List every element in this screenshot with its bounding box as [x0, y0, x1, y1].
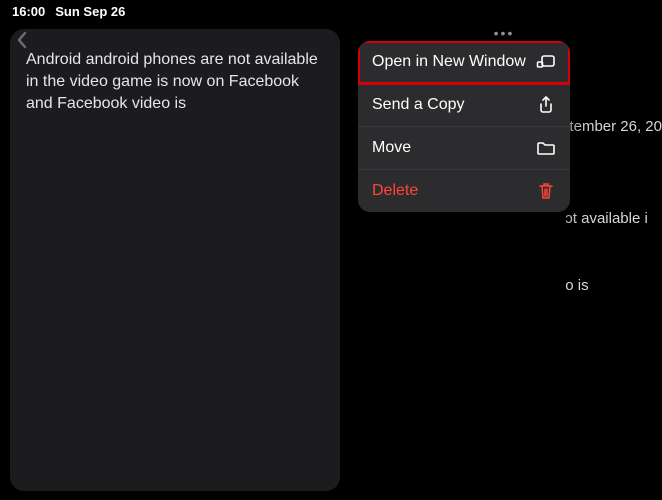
menu-open-new-window-label: Open in New Window [372, 53, 526, 71]
menu-send-copy-label: Send a Copy [372, 96, 465, 114]
back-chevron-icon[interactable] [16, 31, 28, 55]
detail-line-3: o is [565, 275, 662, 298]
note-preview-text: Android android phones are not available… [26, 49, 324, 115]
note-detail-partial: ıtember 26, 20 ɔt available i o is [565, 71, 662, 343]
detail-line-2: ɔt available i [565, 208, 662, 231]
status-date: Sun Sep 26 [55, 4, 125, 19]
menu-open-new-window[interactable]: Open in New Window [358, 41, 570, 84]
trash-icon [536, 182, 556, 200]
menu-move-label: Move [372, 139, 411, 157]
new-window-icon [536, 53, 556, 71]
status-bar: 16:00 Sun Sep 26 [0, 0, 662, 21]
menu-move[interactable]: Move [358, 127, 570, 170]
detail-line-1: ıtember 26, 20 [565, 116, 662, 139]
context-menu: Open in New Window Send a Copy [358, 41, 570, 212]
left-pane: Android android phones are not available… [0, 21, 346, 499]
menu-delete-label: Delete [372, 182, 418, 200]
share-icon [536, 96, 556, 114]
right-pane: ••• ıtember 26, 20 ɔt available i o is O… [346, 21, 662, 499]
note-preview-card[interactable]: Android android phones are not available… [10, 29, 340, 491]
menu-send-copy[interactable]: Send a Copy [358, 84, 570, 127]
menu-delete[interactable]: Delete [358, 170, 570, 212]
folder-icon [536, 139, 556, 157]
more-ellipsis-icon[interactable]: ••• [346, 25, 662, 41]
status-time: 16:00 [12, 4, 45, 19]
